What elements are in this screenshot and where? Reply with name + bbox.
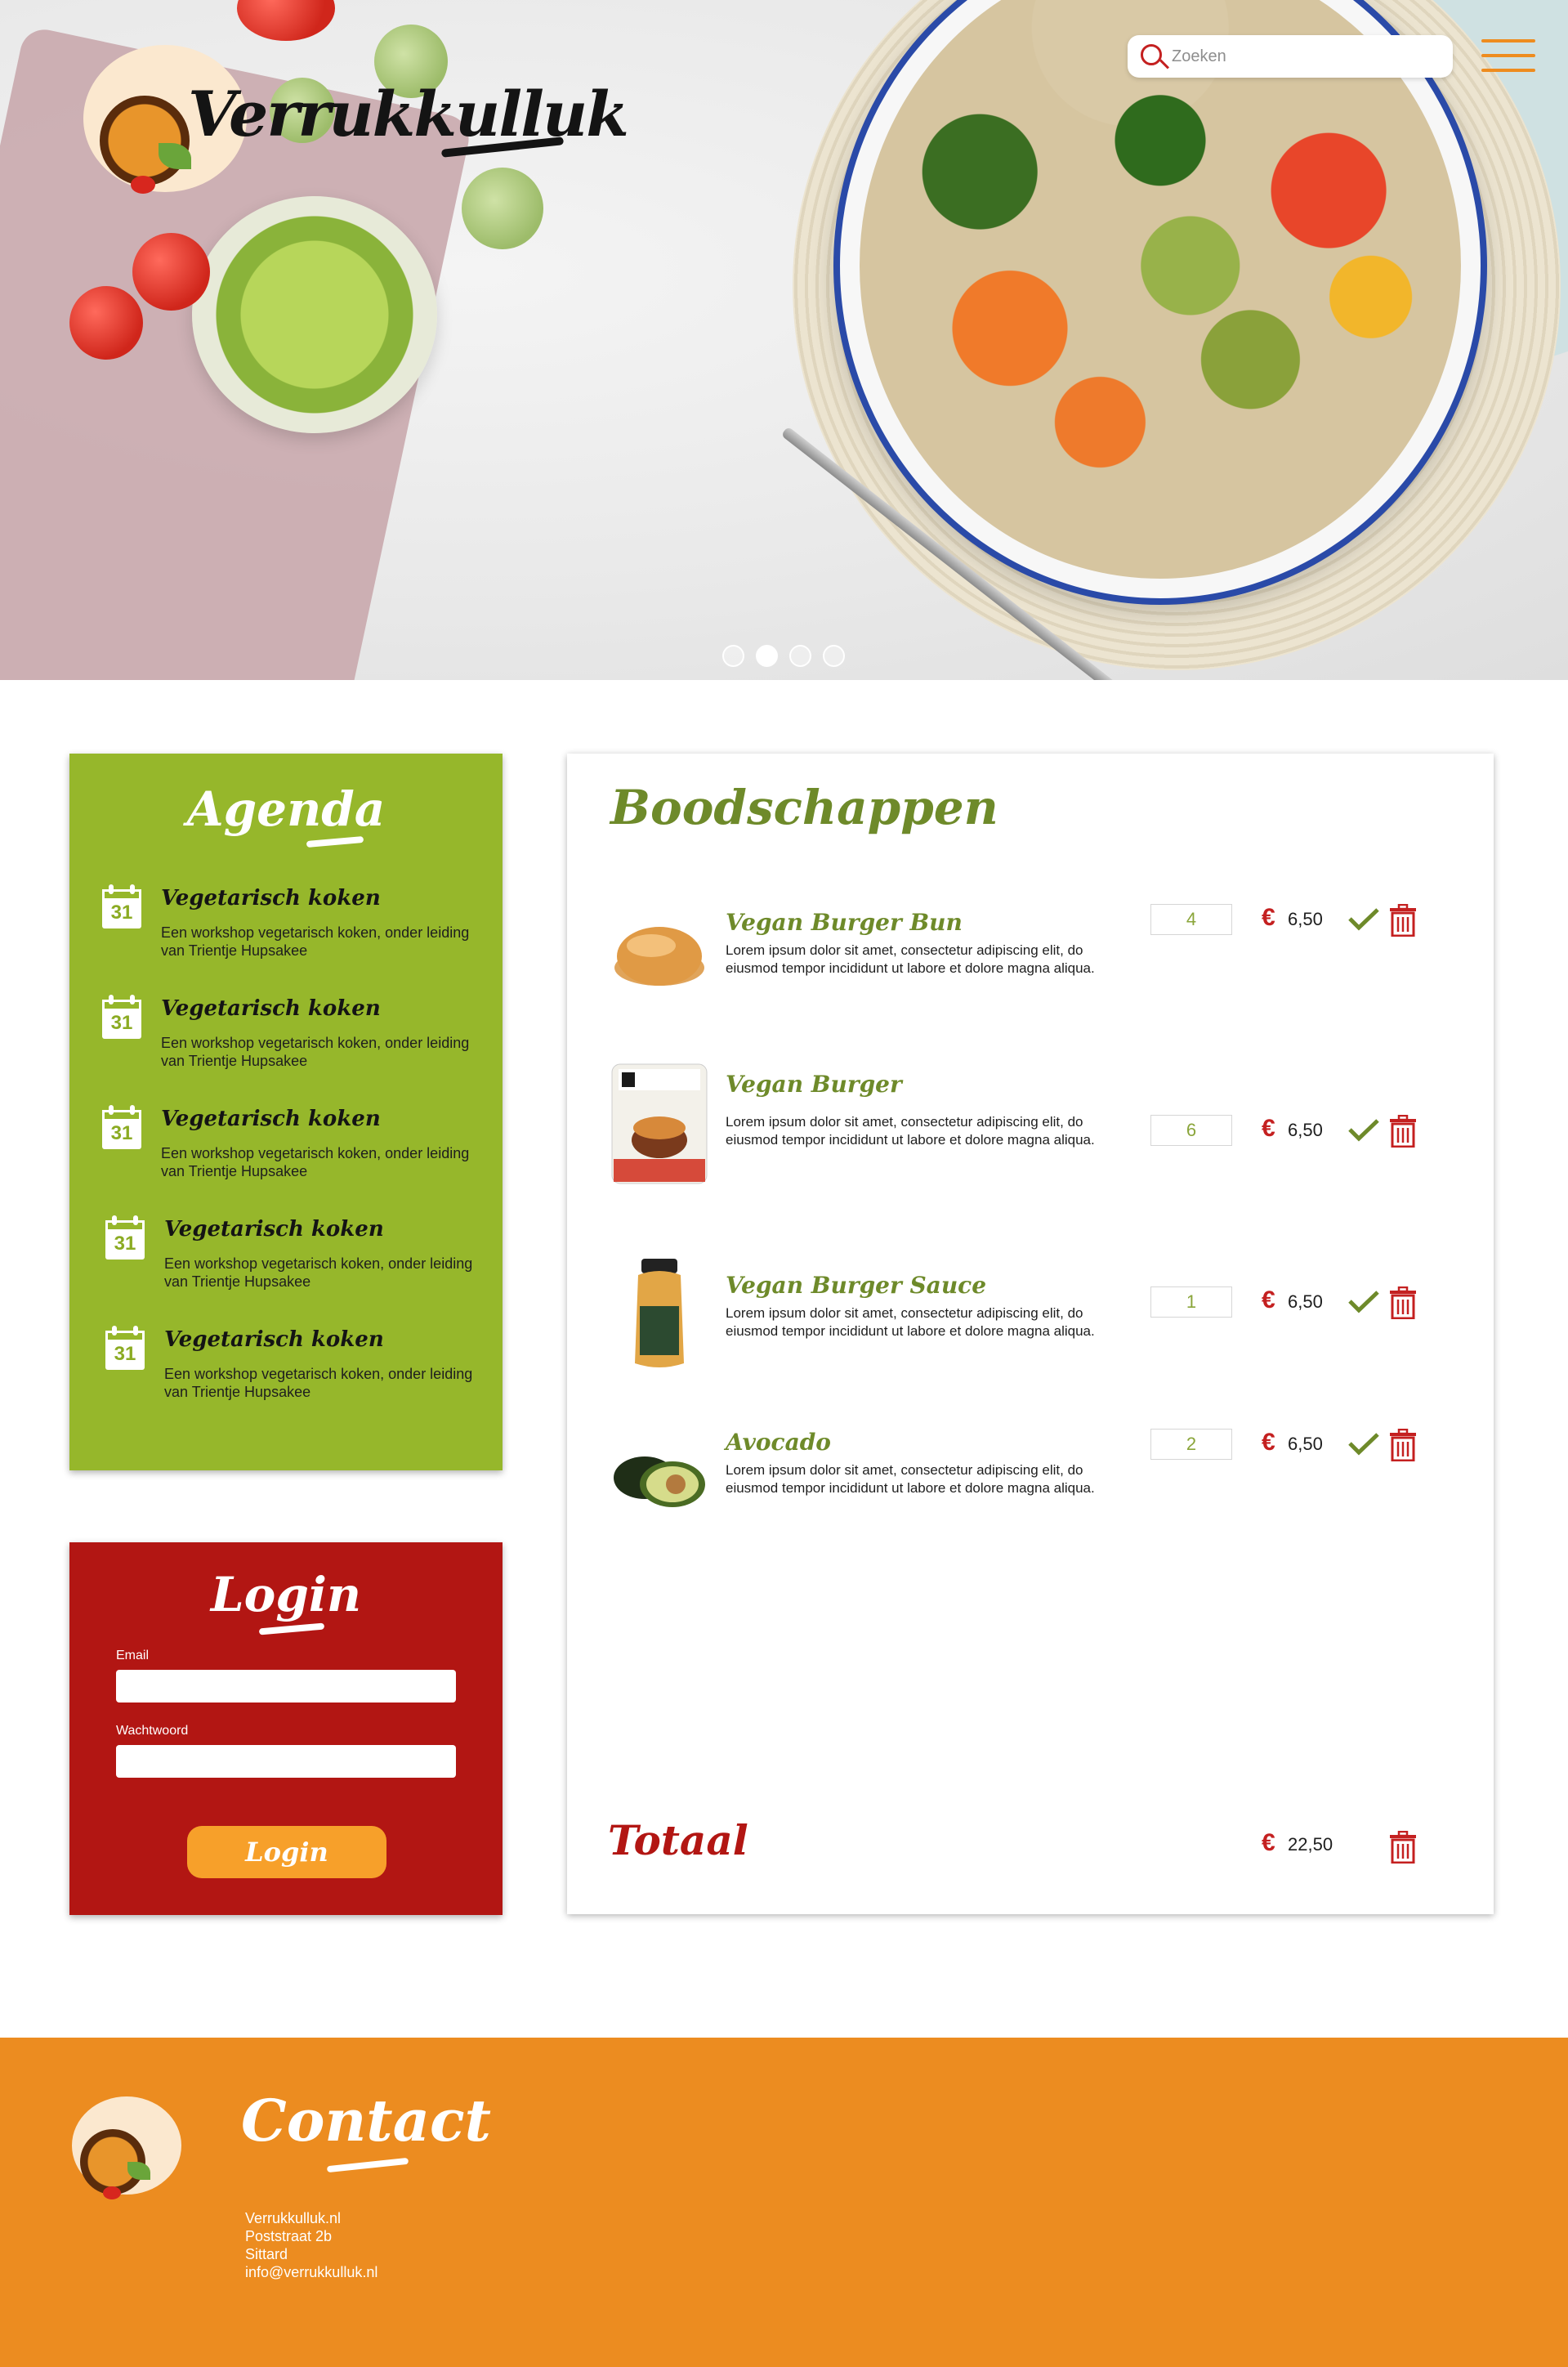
contact-website[interactable]: Verrukkulluk.nl	[245, 2209, 377, 2227]
search-bar[interactable]	[1128, 35, 1453, 78]
title-swash	[258, 1622, 325, 1635]
clear-cart-trash-icon[interactable]	[1389, 1831, 1417, 1864]
agenda-title: Agenda	[186, 781, 386, 837]
product-description: Lorem ipsum dolor sit amet, consectetur …	[726, 1305, 1095, 1339]
shopping-list-panel: Boodschappen Vegan Burger Bun Lorem ipsu…	[567, 754, 1494, 1914]
agenda-item-title: Vegetarisch koken	[161, 886, 381, 911]
check-icon[interactable]	[1347, 1290, 1380, 1314]
trash-icon[interactable]	[1389, 904, 1417, 937]
agenda-item-description: Een workshop vegetarisch koken, onder le…	[164, 1255, 473, 1290]
check-icon[interactable]	[1347, 1432, 1380, 1456]
total-label: Totaal	[608, 1816, 748, 1864]
calendar-icon: 31	[102, 884, 141, 928]
agenda-item[interactable]: 31 Vegetarisch koken Een workshop vegeta…	[102, 884, 478, 976]
cart-item: Vegan Burger Lorem ipsum dolor sit amet,…	[567, 1063, 1494, 1242]
agenda-item-title: Vegetarisch koken	[164, 1217, 384, 1242]
euro-icon: €	[1262, 1429, 1275, 1456]
contact-details: Verrukkulluk.nl Poststraat 2b Sittard in…	[245, 2209, 377, 2281]
email-field[interactable]	[116, 1670, 456, 1703]
carousel-dot-active[interactable]	[756, 645, 778, 667]
site-logo[interactable]: Verrukkulluk	[83, 45, 629, 200]
title-swash	[306, 835, 364, 848]
euro-icon: €	[1262, 904, 1275, 931]
quantity-input[interactable]	[1150, 1115, 1232, 1146]
agenda-item-title: Vegetarisch koken	[161, 1107, 381, 1131]
agenda-item-description: Een workshop vegetarisch koken, onder le…	[161, 1145, 470, 1179]
hero-tomato	[69, 286, 143, 360]
product-description: Lorem ipsum dolor sit amet, consectetur …	[726, 1462, 1095, 1496]
footer: Contact Verrukkulluk.nl Poststraat 2b Si…	[0, 2038, 1568, 2367]
cart-item: Vegan Burger Bun Lorem ipsum dolor sit a…	[567, 904, 1494, 1072]
contact-city: Sittard	[245, 2246, 288, 2262]
login-title: Login	[210, 1567, 362, 1622]
agenda-item[interactable]: 31 Vegetarisch koken Een workshop vegeta…	[102, 1105, 478, 1197]
quantity-input[interactable]	[1150, 1429, 1232, 1460]
tomato-decoration	[103, 2186, 121, 2199]
trash-icon[interactable]	[1389, 1429, 1417, 1461]
hero-banner: Verrukkulluk	[0, 0, 1568, 680]
burger-bun-image	[614, 927, 704, 986]
calendar-icon: 31	[105, 1326, 145, 1370]
check-icon[interactable]	[1347, 1118, 1380, 1143]
product-name: Vegan Burger	[726, 1071, 902, 1098]
contact-street: Poststraat 2b	[245, 2228, 333, 2244]
agenda-item-description: Een workshop vegetarisch koken, onder le…	[164, 1366, 473, 1400]
search-input[interactable]	[1172, 47, 1433, 66]
total-price: 22,50	[1288, 1834, 1333, 1855]
password-label: Wachtwoord	[116, 1724, 189, 1738]
avocado-image	[614, 1456, 705, 1507]
agenda-item-title: Vegetarisch koken	[164, 1327, 384, 1352]
carousel-dot[interactable]	[722, 645, 744, 667]
cart-item: Vegan Burger Sauce Lorem ipsum dolor sit…	[567, 1259, 1494, 1435]
hero-tomato	[237, 0, 335, 41]
agenda-item-description: Een workshop vegetarisch koken, onder le…	[161, 924, 470, 959]
vegan-burger-package-image	[611, 1063, 708, 1184]
contact-title: Contact	[241, 2087, 491, 2154]
agenda-item-title: Vegetarisch koken	[161, 996, 381, 1021]
product-name: Vegan Burger Sauce	[726, 1272, 987, 1299]
login-panel: Login Email Wachtwoord Login	[69, 1542, 503, 1915]
carousel-dot[interactable]	[823, 645, 845, 667]
product-description: Lorem ipsum dolor sit amet, consectetur …	[726, 1114, 1095, 1148]
product-price: 6,50	[1288, 1120, 1323, 1140]
check-icon[interactable]	[1347, 907, 1380, 932]
euro-icon: €	[1262, 1829, 1275, 1856]
agenda-item[interactable]: 31 Vegetarisch koken Een workshop vegeta…	[102, 995, 478, 1086]
product-name: Vegan Burger Bun	[726, 909, 963, 936]
product-price: 6,50	[1288, 1434, 1323, 1454]
agenda-item-description: Een workshop vegetarisch koken, onder le…	[161, 1035, 470, 1069]
product-price: 6,50	[1288, 909, 1323, 929]
agenda-item[interactable]: 31 Vegetarisch koken Een workshop vegeta…	[105, 1215, 481, 1307]
quantity-input[interactable]	[1150, 1286, 1232, 1318]
calendar-icon: 31	[105, 1215, 145, 1260]
agenda-item[interactable]: 31 Vegetarisch koken Een workshop vegeta…	[105, 1326, 481, 1417]
carousel-dots	[722, 645, 845, 667]
title-swash	[326, 2157, 409, 2173]
login-button[interactable]: Login	[187, 1826, 386, 1878]
calendar-icon: 31	[102, 995, 141, 1039]
product-price: 6,50	[1288, 1291, 1323, 1312]
email-label: Email	[116, 1649, 150, 1662]
calendar-icon: 31	[102, 1105, 141, 1149]
product-description: Lorem ipsum dolor sit amet, consectetur …	[726, 942, 1095, 976]
trash-icon[interactable]	[1389, 1115, 1417, 1148]
carousel-dot[interactable]	[789, 645, 811, 667]
euro-icon: €	[1262, 1115, 1275, 1142]
product-name: Avocado	[726, 1429, 831, 1456]
agenda-panel: Agenda 31 Vegetarisch koken Een workshop…	[69, 754, 503, 1470]
hero-lime-bowl	[192, 196, 437, 433]
search-icon[interactable]	[1128, 35, 1172, 78]
trash-icon[interactable]	[1389, 1286, 1417, 1319]
quantity-input[interactable]	[1150, 904, 1232, 935]
contact-email[interactable]: info@verrukkulluk.nl	[245, 2263, 377, 2281]
cart-item: Avocado Lorem ipsum dolor sit amet, cons…	[567, 1429, 1494, 1599]
hamburger-menu-icon[interactable]	[1481, 36, 1535, 75]
password-field[interactable]	[116, 1745, 456, 1778]
sauce-bottle-image	[635, 1259, 684, 1367]
euro-icon: €	[1262, 1286, 1275, 1313]
shopping-list-title: Boodschappen	[610, 780, 998, 835]
hero-tomato	[132, 233, 210, 311]
burger-icon	[100, 96, 190, 186]
